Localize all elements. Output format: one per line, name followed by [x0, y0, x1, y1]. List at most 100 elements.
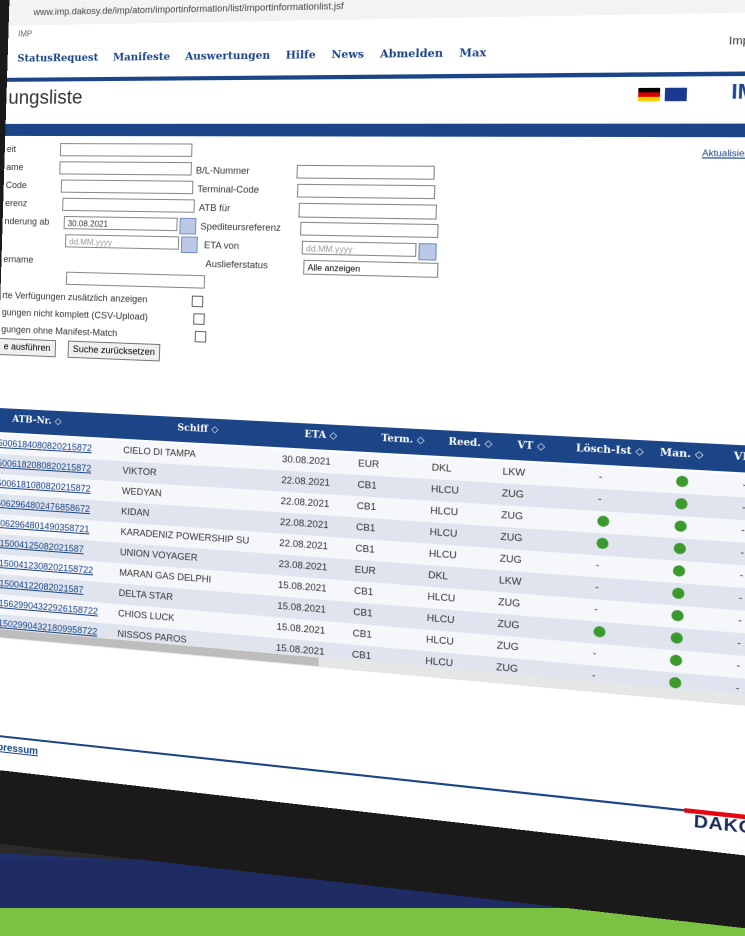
checkmark-icon — [675, 498, 688, 510]
checkbox-label: gungen nicht komplett (CSV-Upload) — [2, 307, 148, 322]
ship-cell: CIELO DI TAMPA — [123, 445, 196, 459]
delivery-status-select[interactable]: Alle anzeigen — [303, 260, 438, 278]
eta-cell: 15.08.2021 — [277, 600, 326, 614]
loesch-cell: - — [595, 582, 599, 593]
title-bar: ungsliste — [6, 75, 745, 115]
nav-auswertungen[interactable]: Auswertungen — [185, 50, 270, 62]
eta-cell: 22.08.2021 — [281, 475, 330, 488]
field-1[interactable] — [60, 143, 193, 157]
change-date-input[interactable]: 30.08.2021 — [64, 216, 178, 231]
eta-cell: 22.08.2021 — [280, 517, 329, 531]
col-eta[interactable]: ETA ◇ — [304, 430, 337, 442]
checkbox-3[interactable] — [195, 331, 207, 343]
calendar-icon[interactable] — [181, 236, 198, 253]
uk-flag-icon[interactable] — [665, 88, 687, 102]
col-ship[interactable]: Schiff ◇ — [177, 423, 218, 435]
col-loesch[interactable]: Lösch-Ist ◇ — [576, 443, 644, 458]
reed-cell: HLCU — [430, 505, 458, 518]
vea-cell: - — [740, 547, 744, 559]
eta-from-input[interactable]: dd.MM.yyyy — [302, 241, 417, 257]
atb-cell[interactable]: 315004125082021587 — [0, 538, 84, 555]
checkmark-icon — [672, 587, 685, 599]
eta-cell: 30.08.2021 — [282, 454, 331, 467]
atb-for-select[interactable] — [298, 203, 437, 220]
vt-cell: ZUG — [497, 618, 519, 631]
nav-abmelden[interactable]: Abmelden — [380, 48, 443, 61]
field-2[interactable] — [59, 161, 192, 175]
atb-cell[interactable]: B15004122082021587 — [0, 578, 84, 595]
col-vea[interactable]: VEA — [733, 452, 745, 465]
man-cell — [671, 610, 684, 624]
imp-logo: IMP — [731, 80, 745, 104]
checkbox-label: gungen ohne Manifest-Match — [1, 324, 117, 338]
checkmark-icon — [674, 520, 687, 532]
search-button[interactable]: e ausführen — [0, 338, 56, 357]
checkmark-icon — [597, 515, 609, 527]
loesch-cell: - — [596, 560, 600, 571]
term-cell: CB1 — [354, 585, 374, 597]
man-cell — [673, 543, 686, 557]
atb-cell[interactable]: 5062964802476858672 — [0, 498, 90, 514]
col-vt[interactable]: VT ◇ — [517, 440, 545, 452]
form-label: Spediteursreferenz — [200, 221, 281, 233]
checkbox-2[interactable] — [193, 313, 205, 325]
date-input[interactable]: dd.MM.yyyy — [65, 234, 179, 250]
col-term[interactable]: Term. ◇ — [381, 434, 425, 447]
field-3[interactable] — [61, 180, 194, 195]
col-atb[interactable]: ATB-Nr. ◇ — [12, 415, 62, 428]
col-reed[interactable]: Reed. ◇ — [448, 437, 492, 450]
ship-cell: WEDYAN — [122, 486, 162, 499]
ship-cell: CHIOS LUCK — [118, 608, 175, 623]
loesch-cell: - — [592, 670, 596, 681]
reset-button[interactable]: Suche zurücksetzen — [68, 341, 161, 362]
calendar-icon[interactable] — [179, 218, 196, 235]
atb-cell[interactable]: 5006181080820215872 — [0, 478, 91, 494]
form-label: B/L-Nummer — [196, 165, 250, 176]
calendar-icon[interactable] — [418, 243, 437, 261]
bl-number-input[interactable] — [296, 165, 434, 180]
atb-cell[interactable]: 5062964801490358721 — [0, 518, 90, 535]
german-flag-icon[interactable] — [638, 88, 660, 102]
col-man[interactable]: Man. ◇ — [660, 448, 704, 461]
forwarder-ref-input[interactable] — [300, 222, 439, 238]
atb-cell[interactable]: B15629904322926158722 — [0, 598, 98, 617]
impressum-top-link[interactable]: Impressum — [729, 35, 745, 48]
refresh-link[interactable]: Aktualisieren — [702, 148, 745, 158]
man-cell — [675, 498, 688, 512]
man-cell — [672, 587, 685, 601]
bookmark-item[interactable]: IMP — [18, 29, 32, 38]
term-cell: CB1 — [357, 500, 377, 512]
man-cell — [670, 654, 683, 668]
form-label: Auslieferstatus — [205, 259, 268, 271]
form-label: ame — [6, 162, 23, 172]
field-username[interactable] — [66, 272, 205, 289]
vt-cell: LKW — [499, 575, 522, 588]
atb-cell[interactable]: 31500412308202158722 — [0, 558, 93, 576]
nav-news[interactable]: News — [331, 49, 364, 61]
nav-hilfe[interactable]: Hilfe — [285, 50, 315, 62]
form-label: ername — [3, 254, 33, 265]
vea-cell: - — [739, 592, 743, 604]
nav-statusrequest[interactable]: StatusRequest — [17, 53, 98, 65]
checkmark-icon — [593, 626, 605, 638]
man-cell — [676, 475, 689, 489]
nav-user: Max — [459, 48, 486, 60]
term-cell: CB1 — [356, 522, 376, 534]
loesch-cell: - — [594, 604, 598, 615]
form-label: ATB für — [199, 203, 231, 214]
reed-cell: HLCU — [429, 548, 457, 561]
loesch-cell: - — [599, 471, 603, 482]
nav-manifeste[interactable]: Manifeste — [113, 52, 171, 64]
atb-cell[interactable]: 5006182080820215872 — [0, 458, 91, 474]
atb-cell[interactable]: 5006184080820215872 — [0, 438, 92, 453]
checkbox-1[interactable] — [192, 296, 204, 308]
form-label: Terminal-Code — [197, 184, 259, 195]
checkmark-icon — [676, 475, 689, 487]
impressum-link[interactable]: mpressum — [0, 741, 38, 757]
vea-cell: - — [741, 524, 745, 536]
page-title: ungsliste — [8, 87, 83, 110]
form-label: nderung ab — [4, 216, 49, 227]
url-text[interactable]: www.imp.dakosy.de/imp/atom/importinforma… — [33, 1, 344, 18]
field-4[interactable] — [62, 198, 195, 213]
terminal-code-input[interactable] — [297, 184, 436, 199]
